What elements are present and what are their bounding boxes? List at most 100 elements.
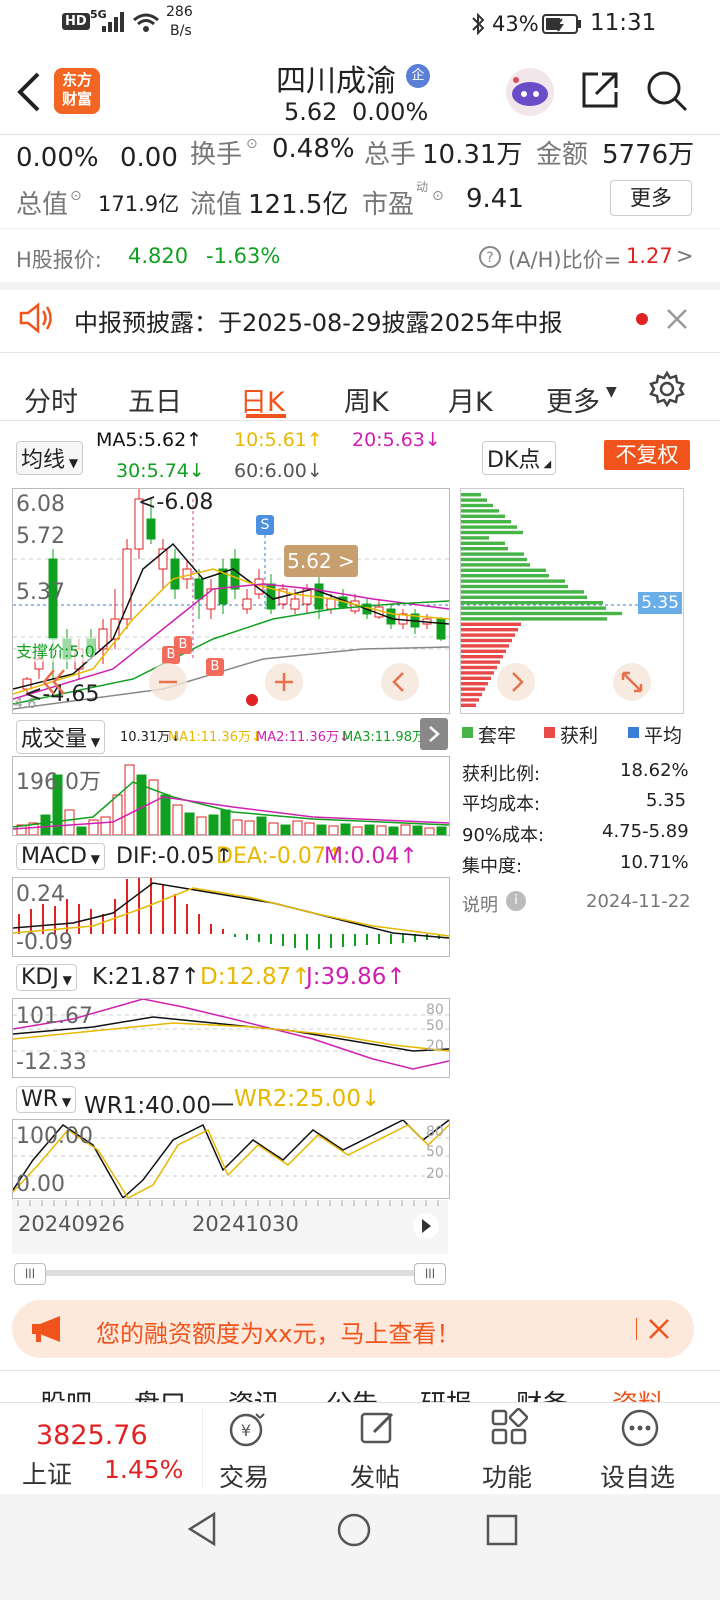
ah-ratio-value[interactable]: 1.27 <box>626 244 673 268</box>
zoom-out-icon[interactable] <box>148 662 188 702</box>
chip-bar <box>461 493 481 497</box>
date-mid: 20241030 <box>192 1212 299 1236</box>
help-icon[interactable]: ? <box>478 245 502 269</box>
chevron-left-icon[interactable] <box>380 662 420 702</box>
expand-icon[interactable] <box>612 662 652 702</box>
volume-bar <box>388 826 399 835</box>
kdj-select[interactable]: KDJ ▼ <box>16 964 77 991</box>
add-watchlist-label[interactable]: 设自选 <box>600 1458 675 1494</box>
ma-select[interactable]: 均线 ▼ <box>16 441 84 475</box>
double-chevron-left-icon[interactable] <box>40 664 68 700</box>
fq-button[interactable]: 不复权 <box>604 440 690 470</box>
chip-bar <box>461 530 523 535</box>
nav-home-icon[interactable] <box>336 1512 372 1548</box>
function-label[interactable]: 功能 <box>482 1458 532 1494</box>
volume-bar <box>340 823 351 835</box>
chip-bar <box>461 536 489 540</box>
info-icon[interactable]: ⊙ <box>70 188 82 204</box>
volume-bar <box>64 809 75 835</box>
share-icon[interactable] <box>578 68 622 112</box>
settings-gear-icon[interactable] <box>648 370 686 408</box>
subtab-announcement[interactable]: 公告 <box>326 1384 378 1404</box>
chip-bar <box>461 665 497 670</box>
trade-label[interactable]: 交易 <box>219 1458 269 1494</box>
post-edit-icon[interactable] <box>358 1408 398 1448</box>
trade-yen-icon[interactable]: ¥ <box>224 1410 270 1450</box>
info-icon[interactable]: ⊙ <box>432 188 444 204</box>
close-icon[interactable] <box>648 1318 670 1340</box>
more-dots-icon[interactable] <box>620 1408 660 1448</box>
subtab-news[interactable]: 资讯 <box>228 1384 280 1404</box>
volume-bar <box>352 826 363 835</box>
subtab-finance[interactable]: 财务 <box>516 1384 568 1404</box>
nav-recents-icon[interactable] <box>486 1514 518 1546</box>
volume-bar <box>196 816 207 835</box>
kdj-ref-50: 50 <box>426 1018 444 1034</box>
battery-icon <box>542 14 581 34</box>
net-speed: 286 <box>166 4 193 20</box>
expand-panel-button[interactable] <box>420 718 448 750</box>
play-icon[interactable] <box>410 1212 442 1240</box>
robot-assistant-icon[interactable] <box>504 66 556 118</box>
battery-percent: 43% <box>492 12 539 36</box>
sell-marker[interactable]: S <box>256 515 274 535</box>
tab-more[interactable]: 更多 <box>546 380 600 419</box>
search-icon[interactable] <box>644 68 690 114</box>
info-icon[interactable]: ⊙ <box>246 136 258 152</box>
avg-cost-label: 平均成本: <box>462 794 541 815</box>
kdj-k: K:21.87↑ <box>92 964 200 990</box>
note-label[interactable]: 说明 <box>462 891 498 917</box>
macd-select[interactable]: MACD ▼ <box>16 843 105 870</box>
post-label[interactable]: 发帖 <box>350 1458 400 1494</box>
macd-chart[interactable] <box>12 877 450 957</box>
price-tag[interactable]: 5.62 > <box>284 545 358 577</box>
buy-marker[interactable]: B <box>206 658 224 676</box>
tab-monthly-k[interactable]: 月K <box>448 380 493 419</box>
subtab-pankou[interactable]: 盘口 <box>134 1384 186 1404</box>
turnover-label: 换手 <box>190 140 243 170</box>
index-value[interactable]: 3825.76 <box>36 1420 148 1451</box>
tab-five-day[interactable]: 五日 <box>128 380 182 419</box>
macd-y-top: 0.24 <box>16 882 65 907</box>
subtab-guba[interactable]: 股吧 <box>40 1384 92 1404</box>
subtab-research[interactable]: 研报 <box>420 1384 472 1404</box>
dk-select[interactable]: DK点 ◢ <box>482 441 557 475</box>
candle-body <box>290 598 300 610</box>
grid-functions-icon[interactable] <box>490 1408 530 1448</box>
back-arrow-icon[interactable] <box>14 70 44 114</box>
ah-ratio-label[interactable]: (A/H)比价= <box>508 244 621 274</box>
zoom-in-icon[interactable] <box>264 662 304 702</box>
subtab-profile[interactable]: 资料 <box>612 1384 664 1404</box>
chip-bar <box>461 514 505 518</box>
more-button[interactable]: 更多 <box>610 180 692 216</box>
cost90-label: 90%成本: <box>462 825 545 846</box>
chip-date: 2024-11-22 <box>586 891 691 912</box>
nav-back-icon[interactable] <box>186 1510 220 1548</box>
promo-text[interactable]: 您的融资额度为xx元，马上查看！ <box>96 1314 460 1349</box>
range-handle-right[interactable]: ||| <box>414 1263 446 1285</box>
chip-bar <box>461 579 565 583</box>
tab-weekly-k[interactable]: 周K <box>344 380 389 419</box>
chevron-right-icon[interactable] <box>496 662 536 702</box>
info-icon[interactable]: i <box>506 891 526 911</box>
volume-bar <box>400 824 411 835</box>
chevron-right-icon[interactable]: > <box>676 244 694 268</box>
quote-pct: 0.00% <box>16 143 99 173</box>
chip-bar <box>461 574 549 578</box>
range-handle-left[interactable]: ||| <box>14 1263 46 1285</box>
index-pct[interactable]: 1.45% <box>104 1455 183 1484</box>
close-icon[interactable] <box>666 308 688 330</box>
tab-intraday[interactable]: 分时 <box>24 380 78 419</box>
app-logo[interactable]: 东方 财富 <box>54 68 100 114</box>
chip-avg-price-tag: 5.35 <box>638 592 682 614</box>
range-scrollbar-track[interactable] <box>14 1270 444 1276</box>
index-name[interactable]: 上证 <box>22 1455 72 1491</box>
cost90-value: 4.75-5.89 <box>602 821 689 842</box>
volume-select[interactable]: 成交量 ▼ <box>16 720 106 754</box>
wr-select[interactable]: WR ▼ <box>16 1086 77 1113</box>
volume-bar <box>40 814 51 835</box>
notice-text[interactable]: 中报预披露：于2025-08-29披露2025年中报 <box>74 303 563 338</box>
chip-bar <box>461 509 499 513</box>
volume-bar <box>328 825 339 835</box>
ma60-value: 60:6.00↓ <box>234 460 323 482</box>
